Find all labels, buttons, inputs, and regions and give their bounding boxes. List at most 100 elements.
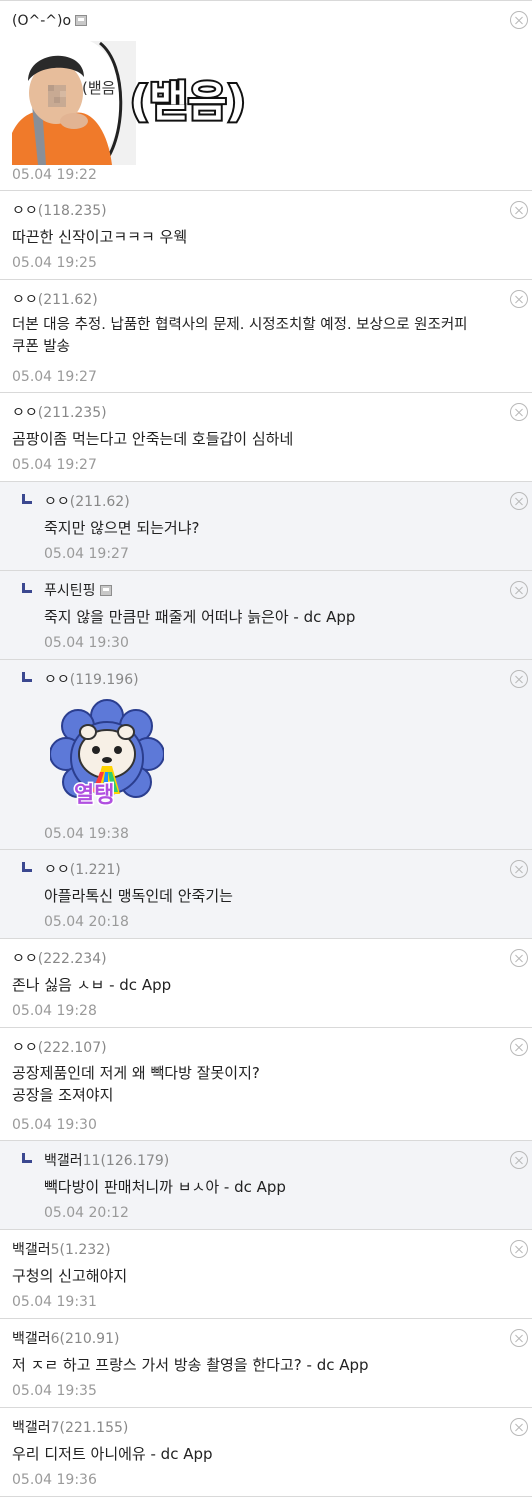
comment-ip: (118.235)	[37, 203, 107, 219]
comment-nickname[interactable]: ㅇㅇ	[12, 292, 38, 308]
reply-arrow-icon	[22, 494, 32, 504]
comment-nickname[interactable]: 백갤러	[44, 1153, 83, 1169]
comment-ip: 6(210.91)	[50, 1331, 120, 1347]
comment-header: ㅇㅇ(211.62)	[44, 494, 130, 510]
comment-text: 곰팡이좀 먹는다고 안죽는데 호들갑이 심하네	[12, 430, 294, 448]
comment-nickname[interactable]: 백갤러	[12, 1242, 51, 1258]
dccon-baek-caption-text: (밷음)	[130, 77, 246, 126]
comment-ip: 5(1.232)	[50, 1242, 111, 1258]
reply-arrow-icon	[22, 672, 32, 682]
reply-arrow-icon	[22, 1153, 32, 1163]
comment-header: ㅇㅇ(1.221)	[44, 862, 121, 878]
delete-comment-icon[interactable]	[510, 860, 528, 878]
comment-item: ㅇㅇ(118.235) 따끈한 신작이고ㅋㅋㅋ 우웩 05.04 19:25	[0, 191, 532, 280]
reply-item: ㅇㅇ(119.196) 열탱 05.04 19:38	[0, 660, 532, 850]
delete-comment-icon[interactable]	[510, 949, 528, 967]
comment-nickname[interactable]: (O^-^)o	[12, 13, 71, 29]
comment-header: ㅇㅇ(118.235)	[12, 203, 107, 219]
delete-comment-icon[interactable]	[510, 1418, 528, 1436]
reply-arrow-icon	[22, 862, 32, 872]
comment-time: 05.04 19:22	[12, 167, 97, 183]
comment-header: 백갤러11(126.179)	[44, 1153, 169, 1169]
comment-time: 05.04 20:18	[44, 914, 129, 930]
comment-time: 05.04 19:27	[12, 369, 97, 385]
comment-text: 아플라톡신 맹독인데 안죽기는	[44, 887, 233, 905]
comment-text: 죽지 않을 만큼만 패줄게 어떠냐 늙은아 - dc App	[44, 608, 356, 626]
comment-header: 푸시틴핑	[44, 583, 112, 599]
comment-text: 더본 대응 추정. 납품한 협력사의 문제. 시정조치할 예정. 보상으로 원조…	[12, 314, 528, 358]
comment-ip: (211.235)	[37, 405, 107, 421]
comment-header: ㅇㅇ(211.62)	[12, 292, 98, 308]
comment-ip: (211.62)	[37, 292, 98, 308]
comment-list: (O^-^)o (밷음 (밷음) 05.04 19:22 ㅇㅇ(118.235)…	[0, 0, 532, 1497]
comment-ip: (211.62)	[69, 494, 130, 510]
fixed-nick-icon	[99, 585, 112, 596]
comment-text-line: 공장제품인데 저게 왜 빽다방 잘못이지?	[12, 1064, 260, 1082]
comment-text-line: 더본 대응 추정. 납품한 협력사의 문제. 시정조치할 예정. 보상으로 원조…	[12, 317, 468, 333]
comment-nickname[interactable]: ㅇㅇ	[12, 203, 38, 219]
comment-time: 05.04 19:30	[44, 635, 129, 651]
delete-comment-icon[interactable]	[510, 1151, 528, 1169]
comment-item: ㅇㅇ(222.107) 공장제품인데 저게 왜 빽다방 잘못이지? 공장을 조져…	[0, 1028, 532, 1141]
comment-ip: (1.221)	[69, 862, 121, 878]
comment-text: 빽다방이 판매처니까 ㅂㅅ아 - dc App	[44, 1178, 286, 1196]
comment-header: ㅇㅇ(222.107)	[12, 1040, 107, 1056]
delete-comment-icon[interactable]	[510, 290, 528, 308]
comment-text-line: 쿠폰 발송	[12, 339, 70, 355]
dccon-yeoltaeng-svg: 열탱	[49, 699, 165, 810]
comment-nickname[interactable]: 백갤러	[12, 1331, 51, 1347]
dccon-baek-svg: (밷음	[12, 41, 136, 165]
dccon-baek-caption-svg: (밷음)	[128, 75, 248, 128]
comment-nickname[interactable]: ㅇㅇ	[12, 951, 38, 967]
comment-text: 구청의 신고해야지	[12, 1267, 128, 1285]
dccon-baek-image: (밷음	[12, 41, 136, 165]
comment-item: 백갤러5(1.232) 구청의 신고해야지 05.04 19:31	[0, 1230, 532, 1319]
comment-nickname[interactable]: ㅇㅇ	[44, 494, 70, 510]
comment-item: ㅇㅇ(211.235) 곰팡이좀 먹는다고 안죽는데 호들갑이 심하네 05.0…	[0, 393, 532, 482]
delete-comment-icon[interactable]	[510, 492, 528, 510]
comment-header: ㅇㅇ(222.234)	[12, 951, 107, 967]
delete-comment-icon[interactable]	[510, 1038, 528, 1056]
comment-item: 백갤러6(210.91) 저 ㅈㄹ 하고 프랑스 가서 방송 촬영을 한다고? …	[0, 1319, 532, 1408]
comment-time: 05.04 19:36	[12, 1472, 97, 1488]
delete-comment-icon[interactable]	[510, 201, 528, 219]
delete-comment-icon[interactable]	[510, 403, 528, 421]
comment-text: 우리 디저트 아니에유 - dc App	[12, 1445, 213, 1463]
comment-item: ㅇㅇ(222.234) 존나 싫음 ㅅㅂ - dc App 05.04 19:2…	[0, 939, 532, 1028]
delete-comment-icon[interactable]	[510, 1240, 528, 1258]
comment-time: 05.04 19:27	[44, 546, 129, 562]
comment-text: 죽지만 않으면 되는거냐?	[44, 519, 200, 537]
delete-comment-icon[interactable]	[510, 11, 528, 29]
comment-ip: 7(221.155)	[50, 1420, 129, 1436]
comment-item: (O^-^)o (밷음 (밷음) 05.04 19:22	[0, 1, 532, 191]
comment-text: 저 ㅈㄹ 하고 프랑스 가서 방송 촬영을 한다고? - dc App	[12, 1356, 369, 1374]
comment-header: 백갤러5(1.232)	[12, 1242, 111, 1258]
comment-nickname[interactable]: ㅇㅇ	[12, 405, 38, 421]
delete-comment-icon[interactable]	[510, 670, 528, 688]
comment-time: 05.04 19:31	[12, 1294, 97, 1310]
comment-nickname[interactable]: ㅇㅇ	[44, 672, 70, 688]
delete-comment-icon[interactable]	[510, 1329, 528, 1347]
comment-nickname[interactable]: ㅇㅇ	[12, 1040, 38, 1056]
reply-arrow-icon	[22, 583, 32, 593]
reply-item: ㅇㅇ(1.221) 아플라톡신 맹독인데 안죽기는 05.04 20:18	[0, 850, 532, 939]
comment-time: 05.04 19:28	[12, 1003, 97, 1019]
comment-nickname[interactable]: 푸시틴핑	[44, 583, 96, 599]
comment-header: ㅇㅇ(119.196)	[44, 672, 139, 688]
comment-item: ㅇㅇ(211.62) 더본 대응 추정. 납품한 협력사의 문제. 시정조치할 …	[0, 280, 532, 393]
comment-text: 따끈한 신작이고ㅋㅋㅋ 우웩	[12, 228, 188, 246]
comment-text-line: 공장을 조져야지	[12, 1086, 114, 1104]
comment-nickname[interactable]: ㅇㅇ	[44, 862, 70, 878]
comment-header: (O^-^)o	[12, 13, 88, 29]
comment-ip: 11(126.179)	[82, 1153, 170, 1169]
comment-time: 05.04 19:27	[12, 457, 97, 473]
comment-text: 존나 싫음 ㅅㅂ - dc App	[12, 976, 172, 994]
comment-ip: (222.234)	[37, 951, 107, 967]
dccon-baek-sign: (밷음	[82, 79, 115, 97]
reply-item: 푸시틴핑 죽지 않을 만큼만 패줄게 어떠냐 늙은아 - dc App 05.0…	[0, 571, 532, 660]
delete-comment-icon[interactable]	[510, 581, 528, 599]
comment-ip: (119.196)	[69, 672, 139, 688]
comment-time: 05.04 19:38	[44, 826, 129, 842]
comment-text: 공장제품인데 저게 왜 빽다방 잘못이지? 공장을 조져야지	[12, 1062, 516, 1106]
comment-nickname[interactable]: 백갤러	[12, 1420, 51, 1436]
